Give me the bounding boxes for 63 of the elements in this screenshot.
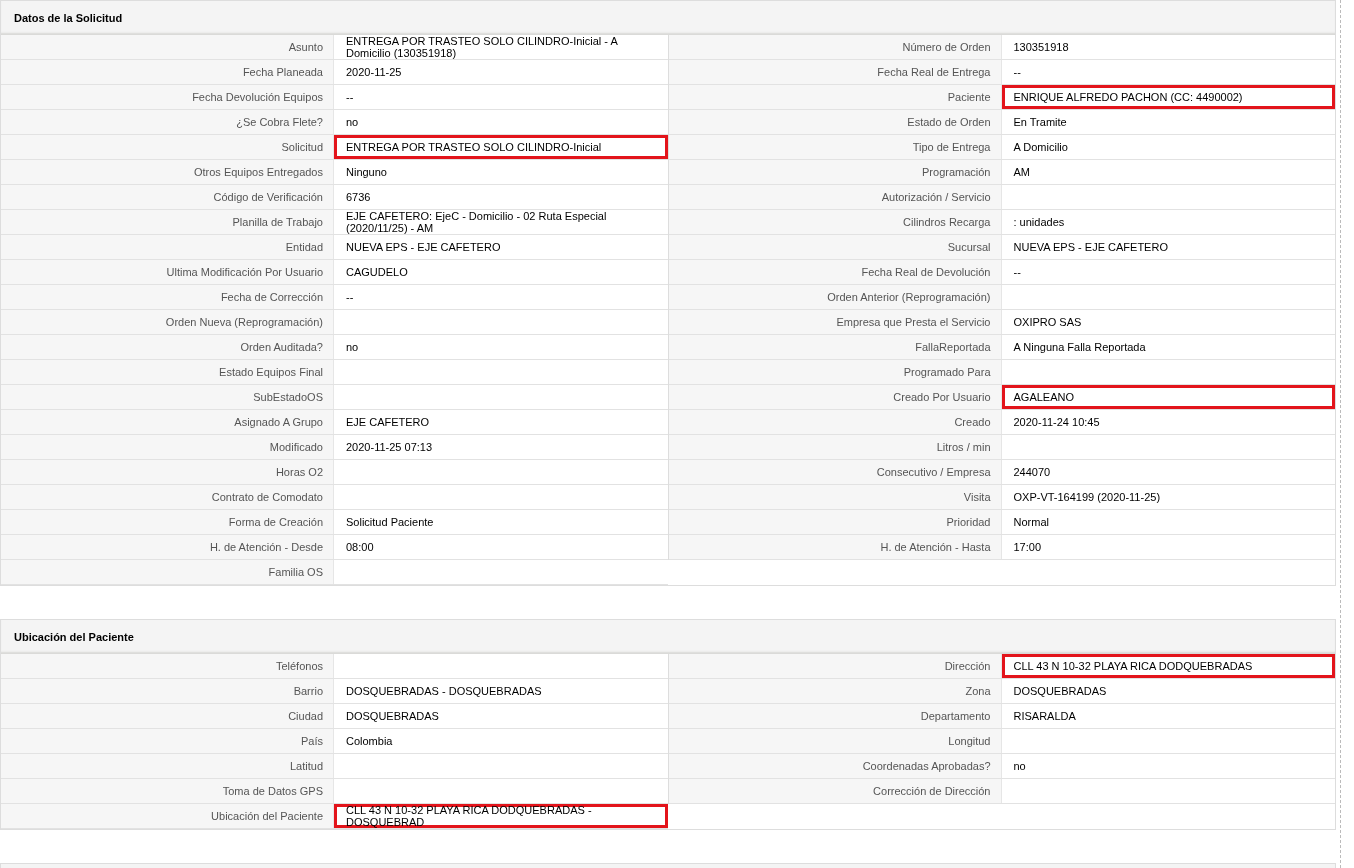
field-label: Número de Orden [668, 35, 1002, 59]
field-label: Código de Verificación [1, 185, 334, 209]
field-value: CLL 43 N 10-32 PLAYA RICA DODQUEBRADAS - DOSQUEBRAD [334, 804, 668, 828]
field-label: Cilindros Recarga [668, 210, 1002, 234]
field-label: Contrato de Comodato [1, 485, 334, 509]
field-label: Ubicación del Paciente [1, 804, 334, 828]
field-label: Teléfonos [1, 654, 334, 678]
field-label: ¿Se Cobra Flete? [1, 110, 334, 134]
field-label: Dirección [668, 654, 1002, 678]
field-label: Sucursal [668, 235, 1002, 259]
section-title: Datos de la Solicitud [14, 12, 123, 24]
field-label: Estado Equipos Final [1, 360, 334, 384]
field-label: Creado [668, 410, 1002, 434]
field-label: Barrio [1, 679, 334, 703]
field-label: Creado Por Usuario [668, 385, 1002, 409]
field-label: Programación [668, 160, 1002, 184]
field-label: Asunto [1, 35, 334, 59]
field-label: Estado de Orden [668, 110, 1002, 134]
field-label: Forma de Creación [1, 510, 334, 534]
field-label: FallaReportada [668, 335, 1002, 359]
field-label: Longitud [668, 729, 1002, 753]
field-label: H. de Atención - Desde [1, 535, 334, 559]
field-label: Tipo de Entrega [668, 135, 1002, 159]
field-label: Fecha Real de Entrega [668, 60, 1002, 84]
field-label: Ultima Modificación Por Usuario [1, 260, 334, 284]
field-label: Otros Equipos Entregados [1, 160, 334, 184]
field-value: ENTREGA POR TRASTEO SOLO CILINDRO-Inicial [334, 135, 668, 159]
field-label: Prioridad [668, 510, 1002, 534]
field-value: AGALEANO [1001, 385, 1335, 409]
field-label: Orden Nueva (Reprogramación) [1, 310, 334, 334]
field-label: Familia OS [1, 560, 334, 584]
section-title: Ubicación del Paciente [14, 631, 134, 643]
field-label: Programado Para [668, 360, 1002, 384]
field-label: Coordenadas Aprobadas? [668, 754, 1002, 778]
field-label: Fecha Real de Devolución [668, 260, 1002, 284]
field-label: Empresa que Presta el Servicio [668, 310, 1002, 334]
field-value: ENRIQUE ALFREDO PACHON (CC: 4490002) [1001, 85, 1335, 109]
field-label: Consecutivo / Empresa [668, 460, 1002, 484]
field-label: Fecha de Corrección [1, 285, 334, 309]
field-label: Solicitud [1, 135, 334, 159]
field-label: Orden Auditada? [1, 335, 334, 359]
field-label: Fecha Planeada [1, 60, 334, 84]
field-label: Corrección de Dirección [668, 779, 1002, 803]
field-label: SubEstadoOS [1, 385, 334, 409]
field-label: Autorización / Servicio [668, 185, 1002, 209]
field-value: CLL 43 N 10-32 PLAYA RICA DODQUEBRADAS [1001, 654, 1335, 678]
field-label: Paciente [668, 85, 1002, 109]
field-label: Toma de Datos GPS [1, 779, 334, 803]
field-label: Horas O2 [1, 460, 334, 484]
field-label: Fecha Devolución Equipos [1, 85, 334, 109]
field-label: Planilla de Trabajo [1, 210, 334, 234]
field-label: Orden Anterior (Reprogramación) [668, 285, 1002, 309]
field-label: Latitud [1, 754, 334, 778]
field-label: País [1, 729, 334, 753]
field-label: Departamento [668, 704, 1002, 728]
field-label: Asignado A Grupo [1, 410, 334, 434]
field-label: H. de Atención - Hasta [668, 535, 1002, 559]
field-label: Ciudad [1, 704, 334, 728]
field-label: Entidad [1, 235, 334, 259]
field-label: Zona [668, 679, 1002, 703]
field-label: Modificado [1, 435, 334, 459]
field-label: Litros / min [668, 435, 1002, 459]
field-label: Visita [668, 485, 1002, 509]
